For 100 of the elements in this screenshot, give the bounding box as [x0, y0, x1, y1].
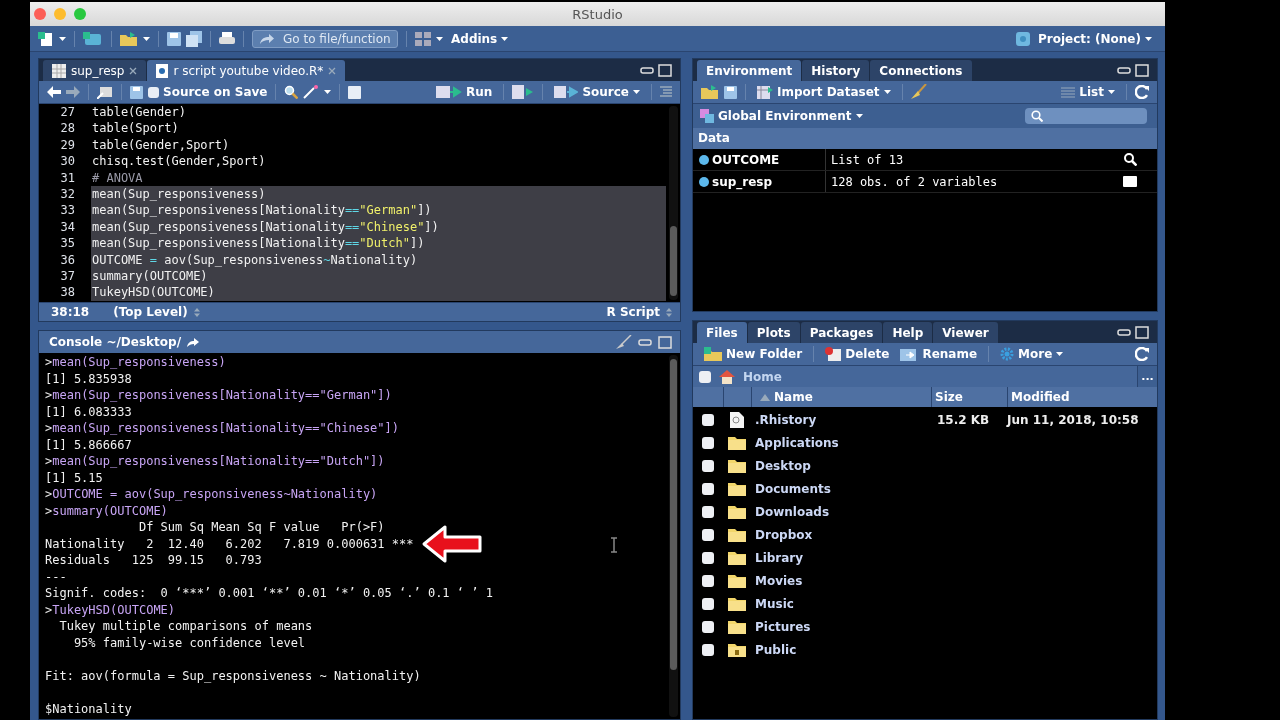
console-output-line: Signif. codes: 0 ‘***’ 0.001 ‘**’ 0.01 ‘*’ 0.05 ‘.’ 0.1 ‘ ’ 1	[45, 585, 493, 602]
print-icon[interactable]	[219, 31, 235, 46]
select-all-checkbox[interactable]	[699, 370, 711, 383]
file-checkbox[interactable]	[702, 575, 714, 588]
refresh-icon[interactable]	[1135, 347, 1149, 361]
back-arrow-icon[interactable]	[47, 86, 61, 98]
minimize-pane-icon[interactable]	[640, 66, 654, 74]
run-button[interactable]: Run	[433, 85, 496, 99]
code-line: table(Gender,Sport)	[91, 136, 231, 154]
caret-icon[interactable]	[324, 90, 332, 94]
maximize-pane-icon[interactable]	[1135, 63, 1149, 77]
search-field[interactable]	[1025, 108, 1147, 124]
pane-tab[interactable]: Plots	[747, 322, 800, 343]
show-in-window-icon[interactable]	[97, 85, 113, 99]
table-icon	[52, 63, 66, 78]
file-checkbox[interactable]	[702, 529, 714, 541]
notebook-icon[interactable]	[348, 85, 362, 99]
file-name-link[interactable]: Desktop	[755, 458, 811, 473]
scope-menu[interactable]: (Top Level)	[109, 305, 204, 319]
pane-tab[interactable]: Environment	[697, 60, 802, 81]
file-checkbox[interactable]	[702, 459, 714, 472]
file-name-link[interactable]: Public	[755, 643, 797, 658]
file-type-menu[interactable]: R Script	[602, 305, 676, 319]
view-mode-menu[interactable]: List	[1058, 85, 1118, 99]
editor-tab[interactable]: sup_resp	[43, 60, 147, 81]
file-name-link[interactable]: Library	[755, 551, 804, 566]
browse-button[interactable]: ...	[1137, 366, 1157, 387]
caret-icon[interactable]	[59, 36, 66, 41]
console-output-line: $Nationality	[45, 700, 132, 717]
go-to-directory-icon[interactable]	[187, 337, 200, 347]
file-name-link[interactable]: Downloads	[755, 504, 830, 519]
file-checkbox[interactable]	[702, 621, 714, 634]
import-dataset-menu[interactable]: Import Dataset	[754, 85, 894, 99]
maximize-pane-icon[interactable]	[658, 63, 672, 77]
caret-icon[interactable]	[143, 36, 150, 41]
delete-button[interactable]: Delete	[822, 347, 893, 361]
r-file-icon	[156, 63, 169, 78]
console-command: >OUTCOME = aov(Sup_responsiveness~Nationality)	[45, 486, 379, 503]
rename-button[interactable]: Rename	[897, 347, 981, 361]
project-menu[interactable]: Project: (None)	[1035, 31, 1155, 46]
file-name-link[interactable]: Pictures	[755, 620, 811, 635]
file-name-link[interactable]: Applications	[755, 435, 839, 450]
grid-icon[interactable]	[415, 31, 431, 46]
editor-tab[interactable]: r script youtube video.R*	[147, 60, 346, 81]
console-command: >mean(Sup_responsiveness)	[45, 354, 227, 371]
refresh-icon[interactable]	[1135, 85, 1149, 99]
broom-icon[interactable]	[910, 84, 927, 100]
minimize-pane-icon[interactable]	[1117, 328, 1131, 336]
path-link[interactable]: Home	[743, 369, 782, 384]
pane-tab[interactable]: Help	[883, 322, 933, 343]
file-checkbox[interactable]	[702, 644, 714, 657]
source-on-save-checkbox[interactable]: Source on Save	[148, 85, 268, 99]
pane-tab[interactable]: Packages	[800, 322, 883, 343]
magic-wand-icon[interactable]	[303, 85, 320, 99]
home-icon[interactable]	[719, 369, 735, 384]
more-menu[interactable]: More	[997, 347, 1067, 361]
variable-name[interactable]: sup_resp	[712, 174, 773, 189]
file-checkbox[interactable]	[702, 552, 714, 565]
scrollbar[interactable]	[669, 106, 678, 300]
save-icon[interactable]	[130, 85, 143, 99]
maximize-pane-icon[interactable]	[658, 335, 672, 349]
source-button[interactable]: Source	[551, 85, 643, 99]
file-name-link[interactable]: Dropbox	[755, 528, 813, 542]
console-command: >mean(Sup_responsiveness[Nationality=="German"])	[45, 387, 393, 404]
open-folder-icon[interactable]	[120, 31, 138, 46]
file-name-link[interactable]: Music	[755, 597, 794, 612]
file-checkbox[interactable]	[702, 505, 714, 518]
line-number: 27	[59, 104, 76, 121]
project-icon[interactable]	[83, 30, 103, 47]
file-checkbox[interactable]	[702, 436, 714, 449]
file-name-link[interactable]: .Rhistory	[755, 412, 817, 427]
caret-icon[interactable]	[436, 36, 443, 41]
minimize-pane-icon[interactable]	[1117, 66, 1131, 74]
file-name-link[interactable]: Documents	[755, 481, 831, 496]
go-to-file-button[interactable]: Go to file/function	[252, 29, 398, 48]
save-all-icon[interactable]	[186, 30, 202, 47]
maximize-pane-icon[interactable]	[1135, 325, 1149, 339]
new-folder-button[interactable]: New Folder	[701, 347, 806, 361]
close-icon[interactable]	[129, 66, 138, 75]
save-icon[interactable]	[724, 85, 737, 99]
console-command: >mean(Sup_responsiveness[Nationality=="Dutch"])	[45, 453, 386, 470]
pane-tab[interactable]: Viewer	[933, 322, 998, 343]
search-icon[interactable]	[1124, 153, 1137, 166]
console-output-line: [1] 5.835938	[45, 370, 132, 387]
open-folder-icon[interactable]	[701, 85, 719, 99]
file-name-link[interactable]: Movies	[755, 574, 803, 589]
rerun-icon[interactable]	[512, 85, 535, 99]
file-checkbox[interactable]	[702, 482, 714, 495]
pane-tab[interactable]: Connections	[870, 60, 972, 81]
up-down-icon	[193, 307, 200, 317]
broom-icon[interactable]	[616, 335, 632, 349]
file-checkbox[interactable]	[702, 598, 714, 611]
pane-tab[interactable]: Files	[697, 322, 747, 343]
variable-name[interactable]: OUTCOME	[712, 152, 780, 167]
scrollbar[interactable]	[669, 355, 678, 717]
new-file-icon[interactable]	[38, 30, 54, 47]
addins-menu[interactable]: Addins	[448, 31, 512, 46]
file-checkbox[interactable]	[702, 413, 714, 426]
pane-tab[interactable]: History	[802, 60, 870, 81]
save-icon[interactable]	[167, 31, 181, 46]
